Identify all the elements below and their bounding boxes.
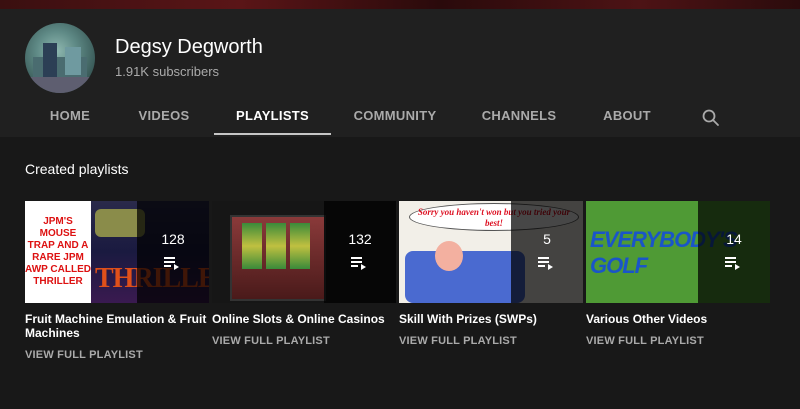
playlist-thumbnail[interactable]: 132: [212, 201, 396, 303]
video-count: 14: [726, 231, 742, 247]
playlist-title[interactable]: Skill With Prizes (SWPs): [399, 312, 583, 326]
tab-about[interactable]: ABOUT: [592, 99, 662, 137]
channel-banner: [0, 0, 800, 9]
playlist-overlay: 5: [511, 201, 583, 303]
playlist-card: Sorry you haven't won but you tried your…: [399, 201, 583, 347]
video-count: 128: [161, 231, 185, 247]
playlist-icon: [164, 257, 179, 270]
playlist-overlay: 14: [698, 201, 770, 303]
playlist-overlay: 128: [137, 201, 209, 303]
playlist-thumbnail[interactable]: Sorry you haven't won but you tried your…: [399, 201, 583, 303]
playlist-icon: [725, 257, 740, 270]
tab-home[interactable]: HOME: [30, 99, 110, 137]
tab-playlists[interactable]: PLAYLISTS: [214, 99, 331, 137]
playlist-icon: [351, 257, 366, 270]
video-count: 132: [348, 231, 372, 247]
thumbnail-caption: JPM'S MOUSE TRAP AND A RARE JPM AWP CALL…: [25, 216, 91, 287]
playlist-title[interactable]: Online Slots & Online Casinos: [212, 312, 396, 326]
playlist-title[interactable]: Fruit Machine Emulation & Fruit Machines: [25, 312, 209, 340]
section-title: Created playlists: [25, 161, 129, 177]
playlist-card: JPM'S MOUSE TRAP AND A RARE JPM AWP CALL…: [25, 201, 209, 361]
tab-videos[interactable]: VIDEOS: [124, 99, 204, 137]
channel-tabs: HOME VIDEOS PLAYLISTS COMMUNITY CHANNELS…: [0, 99, 800, 137]
view-full-playlist-link[interactable]: VIEW FULL PLAYLIST: [586, 335, 770, 347]
playlist-overlay: 132: [324, 201, 396, 303]
avatar[interactable]: [25, 23, 95, 93]
playlist-icon: [538, 257, 553, 270]
playlist-card: 132 Online Slots & Online Casinos VIEW F…: [212, 201, 396, 347]
tab-channels[interactable]: CHANNELS: [472, 99, 566, 137]
tab-community[interactable]: COMMUNITY: [345, 99, 445, 137]
playlist-title[interactable]: Various Other Videos: [586, 312, 770, 326]
view-full-playlist-link[interactable]: VIEW FULL PLAYLIST: [25, 349, 209, 361]
playlist-thumbnail[interactable]: JPM'S MOUSE TRAP AND A RARE JPM AWP CALL…: [25, 201, 209, 303]
playlist-thumbnail[interactable]: EVERYBODY'S GOLF 14: [586, 201, 770, 303]
subscriber-count: 1.91K subscribers: [115, 64, 220, 79]
playlist-card: EVERYBODY'S GOLF 14 Various Other Videos…: [586, 201, 770, 347]
search-icon[interactable]: [700, 107, 722, 129]
view-full-playlist-link[interactable]: VIEW FULL PLAYLIST: [212, 335, 396, 347]
view-full-playlist-link[interactable]: VIEW FULL PLAYLIST: [399, 335, 583, 347]
channel-name: Degsy Degworth: [115, 36, 263, 58]
video-count: 5: [543, 231, 551, 247]
channel-header: Degsy Degworth 1.91K subscribers HOME VI…: [0, 9, 800, 137]
